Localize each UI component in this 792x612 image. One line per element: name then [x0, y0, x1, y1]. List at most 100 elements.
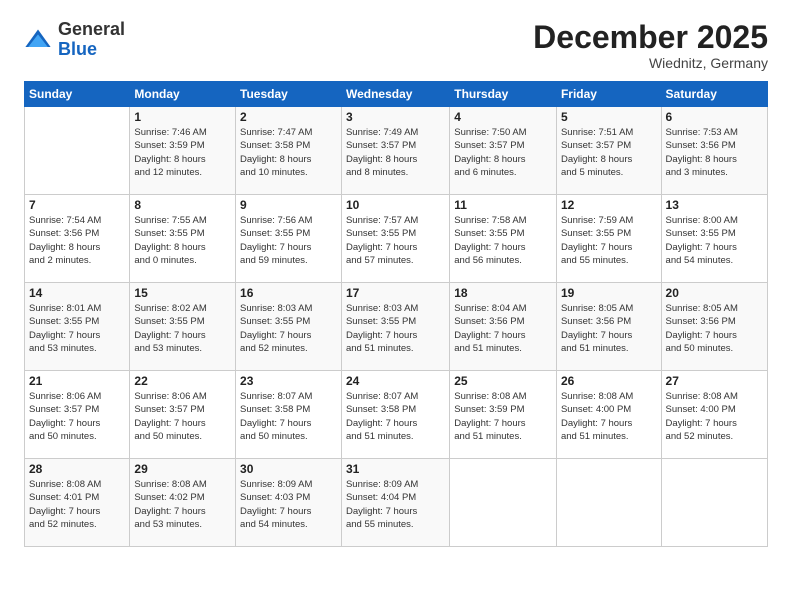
- table-row: 3Sunrise: 7:49 AM Sunset: 3:57 PM Daylig…: [341, 107, 449, 195]
- logo-text: General Blue: [58, 20, 125, 60]
- day-info: Sunrise: 7:54 AM Sunset: 3:56 PM Dayligh…: [29, 214, 125, 267]
- day-info: Sunrise: 8:01 AM Sunset: 3:55 PM Dayligh…: [29, 302, 125, 355]
- day-number: 25: [454, 374, 552, 388]
- table-row: 10 Sunrise: 7:57 AM Sunset: 3:55 PM Dayli…: [341, 195, 449, 283]
- table-row: 25 Sunrise: 8:08 AM Sunset: 3:59 PM Dayli…: [450, 371, 557, 459]
- day-info: Sunrise: 7:56 AM Sunset: 3:55 PM Dayligh…: [240, 214, 337, 267]
- day-info: Sunrise: 8:08 AM Sunset: 4:01 PM Dayligh…: [29, 478, 125, 531]
- day-info: Sunrise: 8:03 AM Sunset: 3:55 PM Dayligh…: [346, 302, 445, 355]
- col-sunday: Sunday: [25, 82, 130, 107]
- day-info: Sunrise: 8:00 AM Sunset: 3:55 PM Dayligh…: [666, 214, 763, 267]
- table-row: 23Sunrise: 8:07 AM Sunset: 3:58 PM Dayli…: [236, 371, 342, 459]
- day-number: 3: [346, 110, 445, 124]
- table-row: 11 Sunrise: 7:58 AM Sunset: 3:55 PM Dayli…: [450, 195, 557, 283]
- day-info: Sunrise: 7:53 AM Sunset: 3:56 PM Dayligh…: [666, 126, 763, 179]
- day-number: 10: [346, 198, 445, 212]
- table-row: 12Sunrise: 7:59 AM Sunset: 3:55 PM Dayli…: [556, 195, 661, 283]
- calendar-week-row: 21 Sunrise: 8:06 AM Sunset: 3:57 PM Dayli…: [25, 371, 768, 459]
- table-row: 8 Sunrise: 7:55 AM Sunset: 3:55 PM Daylig…: [130, 195, 236, 283]
- table-row: 4 Sunrise: 7:50 AM Sunset: 3:57 PM Daylig…: [450, 107, 557, 195]
- table-row: 7 Sunrise: 7:54 AM Sunset: 3:56 PM Daylig…: [25, 195, 130, 283]
- day-number: 15: [134, 286, 231, 300]
- day-info: Sunrise: 7:58 AM Sunset: 3:55 PM Dayligh…: [454, 214, 552, 267]
- calendar-week-row: 1 Sunrise: 7:46 AM Sunset: 3:59 PM Daylig…: [25, 107, 768, 195]
- day-number: 17: [346, 286, 445, 300]
- header: General Blue December 2025 Wiednitz, Ger…: [24, 20, 768, 71]
- table-row: [25, 107, 130, 195]
- table-row: 5 Sunrise: 7:51 AM Sunset: 3:57 PM Daylig…: [556, 107, 661, 195]
- table-row: 18 Sunrise: 8:04 AM Sunset: 3:56 PM Dayli…: [450, 283, 557, 371]
- col-tuesday: Tuesday: [236, 82, 342, 107]
- day-info: Sunrise: 7:51 AM Sunset: 3:57 PM Dayligh…: [561, 126, 657, 179]
- logo-blue: Blue: [58, 39, 97, 59]
- day-info: Sunrise: 7:50 AM Sunset: 3:57 PM Dayligh…: [454, 126, 552, 179]
- calendar: Sunday Monday Tuesday Wednesday Thursday…: [24, 81, 768, 547]
- day-info: Sunrise: 8:05 AM Sunset: 3:56 PM Dayligh…: [561, 302, 657, 355]
- col-wednesday: Wednesday: [341, 82, 449, 107]
- table-row: 9 Sunrise: 7:56 AM Sunset: 3:55 PM Daylig…: [236, 195, 342, 283]
- table-row: 28Sunrise: 8:08 AM Sunset: 4:01 PM Dayli…: [25, 459, 130, 547]
- table-row: 30Sunrise: 8:09 AM Sunset: 4:03 PM Dayli…: [236, 459, 342, 547]
- table-row: 31Sunrise: 8:09 AM Sunset: 4:04 PM Dayli…: [341, 459, 449, 547]
- col-thursday: Thursday: [450, 82, 557, 107]
- table-row: 17 Sunrise: 8:03 AM Sunset: 3:55 PM Dayli…: [341, 283, 449, 371]
- day-number: 2: [240, 110, 337, 124]
- day-number: 4: [454, 110, 552, 124]
- month-title: December 2025: [533, 20, 768, 55]
- day-number: 30: [240, 462, 337, 476]
- logo-icon: [24, 26, 52, 54]
- day-info: Sunrise: 8:04 AM Sunset: 3:56 PM Dayligh…: [454, 302, 552, 355]
- day-number: 22: [134, 374, 231, 388]
- day-number: 23: [240, 374, 337, 388]
- table-row: 21Sunrise: 8:06 AM Sunset: 3:57 PM Dayli…: [25, 371, 130, 459]
- day-info: Sunrise: 8:02 AM Sunset: 3:55 PM Dayligh…: [134, 302, 231, 355]
- day-number: 5: [561, 110, 657, 124]
- day-number: 6: [666, 110, 763, 124]
- day-number: 9: [240, 198, 337, 212]
- day-number: 24: [346, 374, 445, 388]
- day-info: Sunrise: 8:09 AM Sunset: 4:04 PM Dayligh…: [346, 478, 445, 531]
- day-number: 20: [666, 286, 763, 300]
- day-info: Sunrise: 7:46 AM Sunset: 3:59 PM Dayligh…: [134, 126, 231, 179]
- table-row: [450, 459, 557, 547]
- day-number: 29: [134, 462, 231, 476]
- col-monday: Monday: [130, 82, 236, 107]
- title-block: December 2025 Wiednitz, Germany: [533, 20, 768, 71]
- day-number: 13: [666, 198, 763, 212]
- calendar-week-row: 7 Sunrise: 7:54 AM Sunset: 3:56 PM Daylig…: [25, 195, 768, 283]
- table-row: 15 Sunrise: 8:02 AM Sunset: 3:55 PM Dayli…: [130, 283, 236, 371]
- table-row: 26 Sunrise: 8:08 AM Sunset: 4:00 PM Dayli…: [556, 371, 661, 459]
- day-number: 27: [666, 374, 763, 388]
- day-info: Sunrise: 7:57 AM Sunset: 3:55 PM Dayligh…: [346, 214, 445, 267]
- table-row: 14 Sunrise: 8:01 AM Sunset: 3:55 PM Dayli…: [25, 283, 130, 371]
- day-number: 1: [134, 110, 231, 124]
- table-row: 19 Sunrise: 8:05 AM Sunset: 3:56 PM Dayli…: [556, 283, 661, 371]
- day-info: Sunrise: 7:47 AM Sunset: 3:58 PM Dayligh…: [240, 126, 337, 179]
- day-number: 8: [134, 198, 231, 212]
- day-number: 19: [561, 286, 657, 300]
- day-info: Sunrise: 7:55 AM Sunset: 3:55 PM Dayligh…: [134, 214, 231, 267]
- col-saturday: Saturday: [661, 82, 767, 107]
- day-info: Sunrise: 8:06 AM Sunset: 3:57 PM Dayligh…: [134, 390, 231, 443]
- table-row: 29 Sunrise: 8:08 AM Sunset: 4:02 PM Dayli…: [130, 459, 236, 547]
- day-info: Sunrise: 8:08 AM Sunset: 3:59 PM Dayligh…: [454, 390, 552, 443]
- logo: General Blue: [24, 20, 125, 60]
- day-number: 14: [29, 286, 125, 300]
- day-info: Sunrise: 8:03 AM Sunset: 3:55 PM Dayligh…: [240, 302, 337, 355]
- location-subtitle: Wiednitz, Germany: [533, 55, 768, 71]
- day-number: 11: [454, 198, 552, 212]
- day-number: 26: [561, 374, 657, 388]
- day-info: Sunrise: 8:08 AM Sunset: 4:02 PM Dayligh…: [134, 478, 231, 531]
- table-row: [556, 459, 661, 547]
- page: General Blue December 2025 Wiednitz, Ger…: [0, 0, 792, 612]
- day-number: 7: [29, 198, 125, 212]
- day-number: 12: [561, 198, 657, 212]
- logo-general: General: [58, 19, 125, 39]
- calendar-week-row: 14 Sunrise: 8:01 AM Sunset: 3:55 PM Dayli…: [25, 283, 768, 371]
- day-info: Sunrise: 8:08 AM Sunset: 4:00 PM Dayligh…: [561, 390, 657, 443]
- day-number: 21: [29, 374, 125, 388]
- day-info: Sunrise: 8:05 AM Sunset: 3:56 PM Dayligh…: [666, 302, 763, 355]
- day-info: Sunrise: 8:08 AM Sunset: 4:00 PM Dayligh…: [666, 390, 763, 443]
- day-number: 18: [454, 286, 552, 300]
- table-row: 6 Sunrise: 7:53 AM Sunset: 3:56 PM Daylig…: [661, 107, 767, 195]
